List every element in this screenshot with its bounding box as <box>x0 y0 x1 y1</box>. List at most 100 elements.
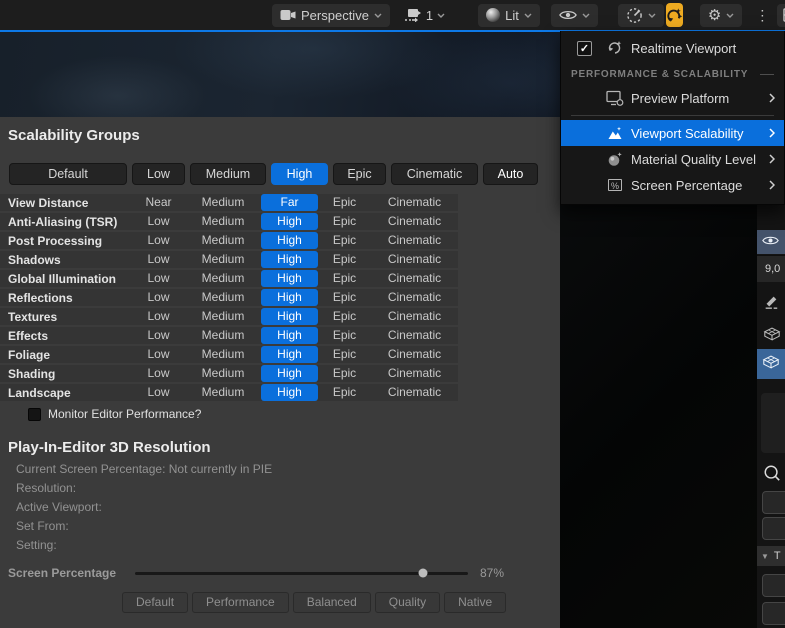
row-option[interactable]: Epic <box>318 232 371 249</box>
row-option[interactable]: Medium <box>185 308 261 325</box>
performance-scalability-dropdown[interactable] <box>617 3 664 27</box>
row-option[interactable]: Epic <box>318 365 371 382</box>
quality-medium-button[interactable]: Medium <box>190 163 266 185</box>
row-option[interactable]: Epic <box>318 251 371 268</box>
row-option[interactable]: Low <box>132 365 185 382</box>
camera-speed-control[interactable]: 1 <box>404 8 445 23</box>
row-option[interactable]: Epic <box>318 327 371 344</box>
row-option-selected[interactable]: High <box>261 213 318 230</box>
row-option[interactable]: Epic <box>318 289 371 306</box>
quality-cinematic-button[interactable]: Cinematic <box>391 163 478 185</box>
clipped-button[interactable] <box>762 574 785 597</box>
row-option-selected[interactable]: High <box>261 384 318 401</box>
clipped-button[interactable] <box>762 602 785 625</box>
preset-quality-button[interactable]: Quality <box>374 592 441 613</box>
menu-item-material-quality-level[interactable]: Material Quality Level <box>561 146 784 172</box>
row-option[interactable]: Low <box>132 270 185 287</box>
preset-performance-button[interactable]: Performance <box>192 592 289 613</box>
row-option[interactable]: Low <box>132 346 185 363</box>
row-option[interactable]: Cinematic <box>371 232 458 249</box>
row-option[interactable]: Medium <box>185 289 261 306</box>
row-option[interactable]: Low <box>132 384 185 401</box>
row-option[interactable]: Medium <box>185 232 261 249</box>
row-option[interactable]: Epic <box>318 213 371 230</box>
static-mesh-icon[interactable] <box>757 320 785 346</box>
row-option[interactable]: Epic <box>318 194 371 211</box>
screen-percentage-slider[interactable] <box>135 568 468 578</box>
quality-high-button[interactable]: High <box>271 163 328 185</box>
show-flags-dropdown[interactable] <box>550 3 598 27</box>
quality-default-button[interactable]: Default <box>9 163 127 185</box>
row-option[interactable]: Cinematic <box>371 308 458 325</box>
realtime-checkbox[interactable]: ✓ <box>577 40 592 56</box>
row-option-selected[interactable]: High <box>261 327 318 344</box>
quality-low-button[interactable]: Low <box>132 163 185 185</box>
viewport-layout-button[interactable] <box>777 3 785 27</box>
row-option[interactable]: Epic <box>318 346 371 363</box>
row-option[interactable]: Low <box>132 213 185 230</box>
row-option[interactable]: Epic <box>318 270 371 287</box>
quality-epic-button[interactable]: Epic <box>333 163 386 185</box>
row-option-selected[interactable]: High <box>261 365 318 382</box>
perspective-dropdown[interactable]: Perspective <box>272 3 390 27</box>
row-option[interactable]: Low <box>132 308 185 325</box>
row-option[interactable]: Cinematic <box>371 289 458 306</box>
row-option[interactable]: Low <box>132 327 185 344</box>
visibility-toggle-button[interactable] <box>757 230 785 254</box>
row-option[interactable]: Cinematic <box>371 346 458 363</box>
row-option[interactable]: Low <box>132 289 185 306</box>
row-option[interactable]: Near <box>132 194 185 211</box>
monitor-performance-checkbox[interactable] <box>28 407 41 421</box>
row-option-selected[interactable]: High <box>261 270 318 287</box>
menu-item-preview-platform[interactable]: Preview Platform <box>561 85 784 111</box>
row-option-selected[interactable]: High <box>261 232 318 249</box>
row-option-selected[interactable]: High <box>261 308 318 325</box>
row-option-selected[interactable]: High <box>261 251 318 268</box>
row-option[interactable]: Medium <box>185 365 261 382</box>
viewport-settings-dropdown[interactable]: ⚙ <box>699 3 743 27</box>
row-option[interactable]: Epic <box>318 308 371 325</box>
row-option[interactable]: Cinematic <box>371 213 458 230</box>
view-mode-dropdown[interactable]: Lit <box>478 3 540 27</box>
row-option[interactable]: Cinematic <box>371 384 458 401</box>
category-header[interactable]: ▼ T <box>757 546 785 566</box>
row-option-selected[interactable]: High <box>261 346 318 363</box>
preset-balanced-button[interactable]: Balanced <box>292 592 371 613</box>
menu-item-screen-percentage[interactable]: % Screen Percentage <box>561 172 784 198</box>
row-option[interactable]: Cinematic <box>371 270 458 287</box>
clipped-button[interactable] <box>762 517 785 540</box>
row-option-selected[interactable]: Far <box>261 194 318 211</box>
property-value-field[interactable]: 9,0 <box>757 255 785 282</box>
table-row: Foliage Low Medium High Epic Cinematic <box>0 346 458 363</box>
row-option[interactable]: Medium <box>185 251 261 268</box>
row-option[interactable]: Medium <box>185 384 261 401</box>
row-option[interactable]: Medium <box>185 270 261 287</box>
row-option-selected[interactable]: High <box>261 289 318 306</box>
row-option[interactable]: Medium <box>185 213 261 230</box>
overflow-menu-button[interactable]: ⋮ <box>751 8 773 22</box>
quality-auto-button[interactable]: Auto <box>483 163 538 185</box>
menu-item-viewport-scalability[interactable]: Viewport Scalability <box>561 120 784 146</box>
edit-pencil-icon[interactable] <box>757 289 785 315</box>
search-icon[interactable] <box>757 459 785 487</box>
menu-item-label: Viewport Scalability <box>631 125 744 141</box>
slider-thumb[interactable] <box>418 568 428 578</box>
row-option[interactable]: Medium <box>185 194 261 211</box>
menu-item-realtime-viewport[interactable]: ✓ Realtime Viewport <box>561 35 784 61</box>
menu-item-label: Preview Platform <box>631 90 730 106</box>
row-option[interactable]: Cinematic <box>371 365 458 382</box>
row-option[interactable]: Epic <box>318 384 371 401</box>
gauge-icon <box>626 7 643 24</box>
row-option[interactable]: Low <box>132 232 185 249</box>
preset-default-button[interactable]: Default <box>122 592 189 613</box>
row-option[interactable]: Cinematic <box>371 327 458 344</box>
preset-native-button[interactable]: Native <box>444 592 507 613</box>
row-option[interactable]: Cinematic <box>371 194 458 211</box>
row-option[interactable]: Cinematic <box>371 251 458 268</box>
row-option[interactable]: Medium <box>185 346 261 363</box>
sparkle-arrows-button[interactable] <box>665 3 683 27</box>
clipped-button[interactable] <box>762 491 785 514</box>
row-option[interactable]: Low <box>132 251 185 268</box>
row-option[interactable]: Medium <box>185 327 261 344</box>
static-mesh-selected-button[interactable] <box>757 349 785 379</box>
